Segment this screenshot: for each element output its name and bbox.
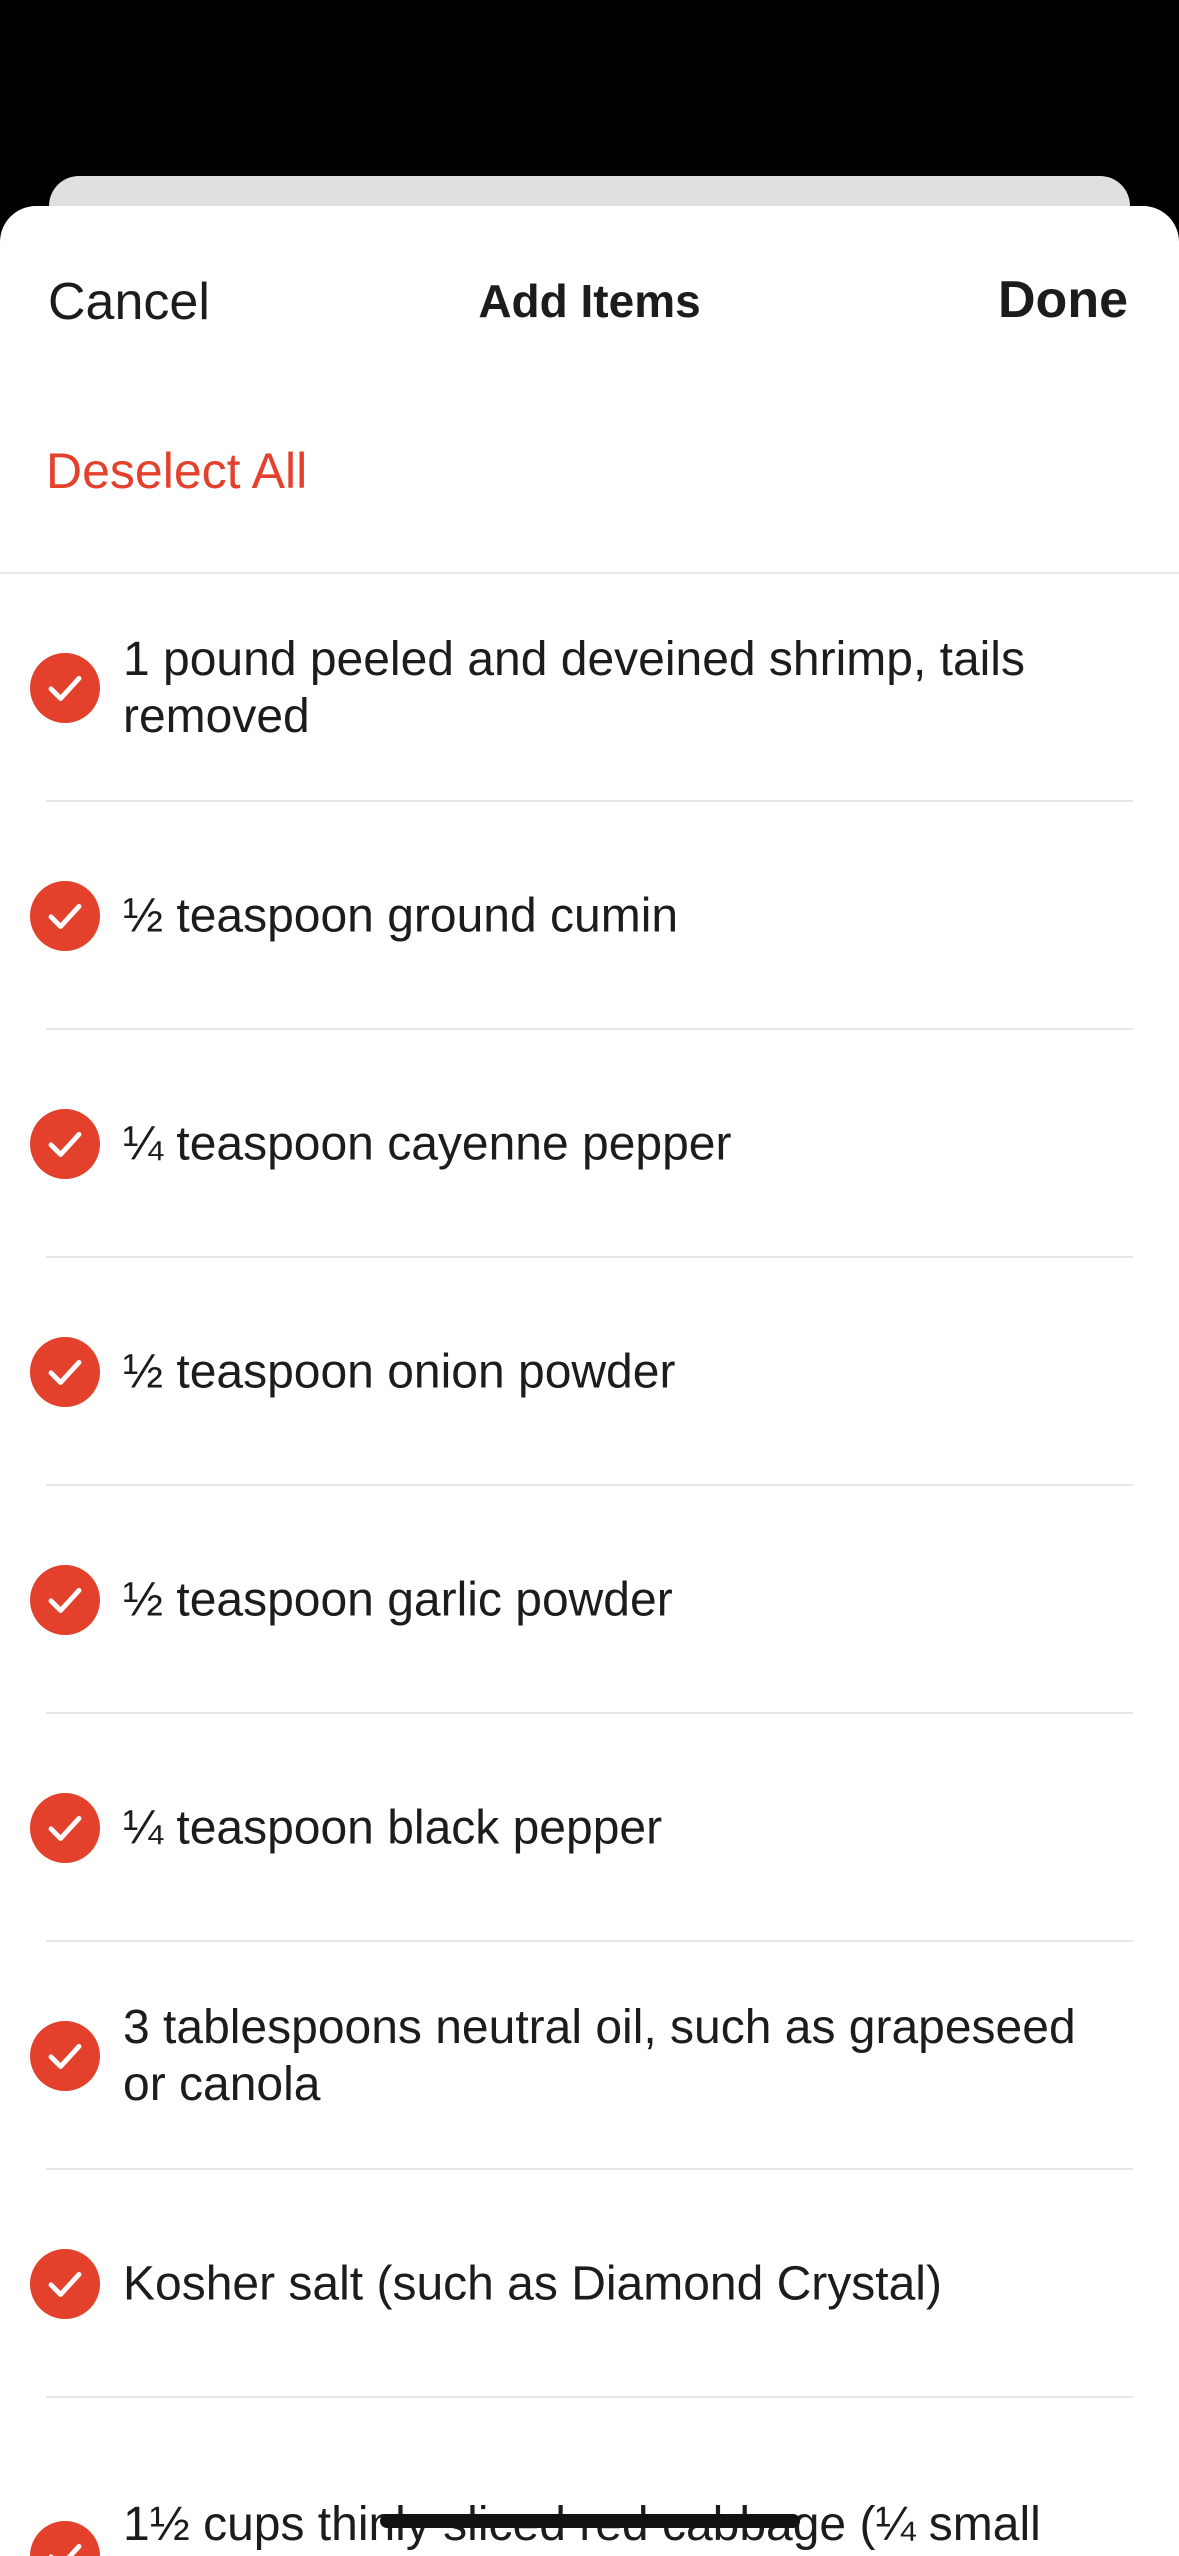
checkmark-circle-icon[interactable] (30, 2021, 100, 2091)
checkmark-circle-icon[interactable] (30, 2521, 100, 2556)
add-items-sheet: Cancel Add Items Done Deselect All 1 pou… (0, 206, 1179, 2556)
ingredient-item[interactable]: Kosher salt (such as Diamond Crystal) (0, 2170, 1179, 2398)
ingredient-label: ½ teaspoon garlic powder (123, 1573, 673, 1627)
ingredient-list: 1 pound peeled and deveined shrimp, tail… (0, 574, 1179, 2556)
screen: Cancel Add Items Done Deselect All 1 pou… (0, 0, 1179, 2556)
checkmark-circle-icon[interactable] (30, 1793, 100, 1863)
checkmark-circle-icon[interactable] (30, 653, 100, 723)
ingredient-label: ¼ teaspoon cayenne pepper (123, 1117, 732, 1171)
checkmark-circle-icon[interactable] (30, 2249, 100, 2319)
ingredient-item[interactable]: ½ teaspoon onion powder (0, 1258, 1179, 1486)
ingredient-label: 3 tablespoons neutral oil, such as grape… (123, 2001, 1076, 2111)
checkmark-circle-icon[interactable] (30, 1337, 100, 1407)
ingredient-label: ¼ teaspoon black pepper (123, 1801, 663, 1855)
ingredient-item[interactable]: ¼ teaspoon black pepper (0, 1714, 1179, 1942)
ingredient-item[interactable]: ½ teaspoon garlic powder (0, 1486, 1179, 1714)
ingredient-label: 1 pound peeled and deveined shrimp, tail… (123, 633, 1025, 743)
ingredient-item[interactable]: 1½ cups thinly sliced red cabbage (¼ sma… (0, 2398, 1179, 2556)
deselect-all-button[interactable]: Deselect All (46, 442, 307, 500)
ingredient-item[interactable]: 3 tablespoons neutral oil, such as grape… (0, 1942, 1179, 2170)
ingredient-item[interactable]: ½ teaspoon ground cumin (0, 802, 1179, 1030)
checkmark-circle-icon[interactable] (30, 881, 100, 951)
checkmark-circle-icon[interactable] (30, 1565, 100, 1635)
home-indicator[interactable] (380, 2514, 800, 2528)
navigation-bar: Cancel Add Items Done (0, 206, 1179, 406)
done-button[interactable]: Done (998, 270, 1128, 330)
ingredient-label: Kosher salt (such as Diamond Crystal) (123, 2257, 942, 2311)
checkmark-circle-icon[interactable] (30, 1109, 100, 1179)
ingredient-label: ½ teaspoon onion powder (123, 1345, 676, 1399)
cancel-button[interactable]: Cancel (48, 272, 210, 332)
ingredient-label: ½ teaspoon ground cumin (123, 889, 679, 943)
ingredient-item[interactable]: 1 pound peeled and deveined shrimp, tail… (0, 574, 1179, 802)
ingredient-item[interactable]: ¼ teaspoon cayenne pepper (0, 1030, 1179, 1258)
